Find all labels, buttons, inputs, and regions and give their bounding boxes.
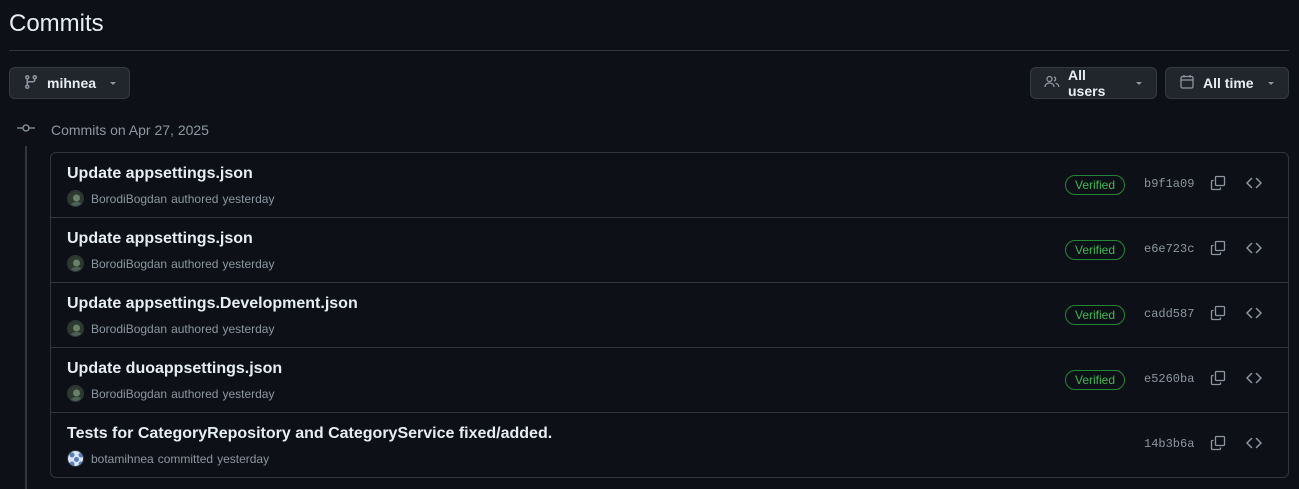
- commit-author-link[interactable]: BorodiBogdan: [91, 257, 167, 271]
- commit-meta: BorodiBogdan authored yesterday: [67, 320, 274, 337]
- code-icon: [1246, 305, 1262, 326]
- commit-group-header: Commits on Apr 27, 2025: [17, 120, 209, 140]
- verified-badge[interactable]: Verified: [1065, 240, 1125, 260]
- commit-action: authored: [171, 321, 219, 336]
- copy-sha-button[interactable]: [1208, 435, 1228, 455]
- copy-icon: [1210, 305, 1226, 326]
- commit-title-link[interactable]: Update appsettings.Development.json: [67, 295, 358, 313]
- commit-action: committed: [157, 451, 214, 466]
- commit-title-link[interactable]: Tests for CategoryRepository and Categor…: [67, 425, 552, 443]
- commit-row: Update appsettings.Development.json Boro…: [51, 283, 1288, 348]
- browse-repo-button[interactable]: [1244, 370, 1264, 390]
- git-commit-icon: [17, 120, 35, 141]
- commit-action: authored: [171, 256, 219, 271]
- avatar[interactable]: [67, 385, 84, 402]
- copy-icon: [1210, 240, 1226, 261]
- code-icon: [1246, 370, 1262, 391]
- avatar[interactable]: [67, 255, 84, 272]
- git-branch-icon: [23, 74, 39, 93]
- time-filter-label: All time: [1203, 75, 1254, 91]
- commit-sha-link[interactable]: e6e723c: [1144, 242, 1194, 256]
- commit-action: authored: [171, 191, 219, 206]
- code-icon: [1246, 175, 1262, 196]
- commit-time: yesterday: [222, 256, 275, 271]
- commit-author-link[interactable]: BorodiBogdan: [91, 387, 167, 401]
- commit-sha-link[interactable]: 14b3b6a: [1144, 437, 1194, 451]
- commit-time: yesterday: [222, 191, 275, 206]
- code-icon: [1246, 240, 1262, 261]
- avatar[interactable]: [67, 190, 84, 207]
- branch-selector-label: mihnea: [47, 75, 97, 91]
- users-filter-label: All users: [1068, 67, 1106, 99]
- branch-selector-button[interactable]: mihnea: [9, 67, 130, 99]
- calendar-icon: [1179, 74, 1195, 93]
- commit-group-label: Commits on Apr 27, 2025: [51, 122, 209, 138]
- timeline-line: [25, 146, 27, 489]
- verified-badge[interactable]: Verified: [1065, 305, 1125, 325]
- commit-meta: botamihnea committed yesterday: [67, 450, 269, 467]
- copy-sha-button[interactable]: [1208, 175, 1228, 195]
- commit-meta: BorodiBogdan authored yesterday: [67, 385, 274, 402]
- commit-row: Update appsettings.json BorodiBogdan aut…: [51, 218, 1288, 283]
- commit-sha-link[interactable]: b9f1a09: [1144, 177, 1194, 191]
- copy-sha-button[interactable]: [1208, 370, 1228, 390]
- browse-repo-button[interactable]: [1244, 435, 1264, 455]
- commit-author-link[interactable]: botamihnea: [91, 452, 154, 466]
- avatar[interactable]: [67, 320, 84, 337]
- copy-icon: [1210, 370, 1226, 391]
- copy-sha-button[interactable]: [1208, 305, 1228, 325]
- avatar[interactable]: [67, 450, 84, 467]
- commit-list: Update appsettings.json BorodiBogdan aut…: [50, 152, 1289, 478]
- commit-row: Update appsettings.json BorodiBogdan aut…: [51, 153, 1288, 218]
- chevron-down-icon: [1266, 75, 1276, 91]
- chevron-down-icon: [1134, 75, 1144, 91]
- commit-meta: BorodiBogdan authored yesterday: [67, 255, 274, 272]
- verified-badge[interactable]: Verified: [1065, 370, 1125, 390]
- commit-author-link[interactable]: BorodiBogdan: [91, 322, 167, 336]
- commit-author-link[interactable]: BorodiBogdan: [91, 192, 167, 206]
- people-icon: [1044, 74, 1060, 93]
- commit-sha-link[interactable]: cadd587: [1144, 307, 1194, 321]
- commit-time: yesterday: [222, 321, 275, 336]
- commit-row: Update duoappsettings.json BorodiBogdan …: [51, 348, 1288, 413]
- chevron-down-icon: [108, 75, 118, 91]
- commit-title-link[interactable]: Update duoappsettings.json: [67, 360, 282, 378]
- commit-title-link[interactable]: Update appsettings.json: [67, 165, 253, 183]
- browse-repo-button[interactable]: [1244, 305, 1264, 325]
- commit-title-link[interactable]: Update appsettings.json: [67, 230, 253, 248]
- users-filter-button[interactable]: All users: [1030, 67, 1157, 99]
- browse-repo-button[interactable]: [1244, 240, 1264, 260]
- code-icon: [1246, 435, 1262, 456]
- commit-sha-link[interactable]: e5260ba: [1144, 372, 1194, 386]
- commit-row: Tests for CategoryRepository and Categor…: [51, 413, 1288, 477]
- verified-badge[interactable]: Verified: [1065, 175, 1125, 195]
- copy-sha-button[interactable]: [1208, 240, 1228, 260]
- title-divider: [9, 50, 1289, 51]
- page-title: Commits: [9, 10, 104, 37]
- copy-icon: [1210, 175, 1226, 196]
- copy-icon: [1210, 435, 1226, 456]
- commit-action: authored: [171, 386, 219, 401]
- time-filter-button[interactable]: All time: [1165, 67, 1289, 99]
- commit-meta: BorodiBogdan authored yesterday: [67, 190, 274, 207]
- commit-time: yesterday: [222, 386, 275, 401]
- commit-time: yesterday: [217, 451, 270, 466]
- browse-repo-button[interactable]: [1244, 175, 1264, 195]
